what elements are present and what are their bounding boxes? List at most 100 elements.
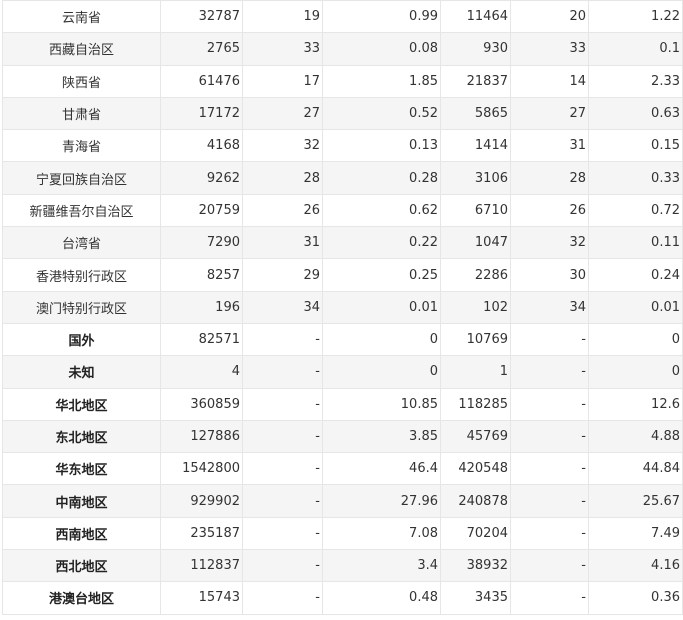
region-stats-table: 云南省 32787 19 0.99 11464 20 1.22 西藏自治区 2765 33 0.08… bbox=[2, 0, 683, 615]
value-cell-v2: 27 bbox=[242, 96, 323, 131]
value-cell-v6: 7.49 bbox=[588, 516, 683, 551]
value-cell-v6: 25.67 bbox=[588, 484, 683, 518]
value-cell-v4: 102 bbox=[440, 290, 511, 324]
value-cell-v4: 118285 bbox=[440, 387, 511, 421]
value-cell-v3: 3.85 bbox=[322, 419, 441, 454]
table-row: 西藏自治区 2765 33 0.08 930 33 0.1 bbox=[2, 32, 683, 66]
value-cell-v6: 12.6 bbox=[588, 387, 683, 421]
value-cell-v5: 27 bbox=[510, 96, 589, 131]
value-cell-v6: 4.16 bbox=[588, 549, 683, 583]
value-cell-v1: 2765 bbox=[160, 32, 243, 66]
value-cell-v5: - bbox=[510, 322, 589, 357]
value-cell-v3: 0.08 bbox=[322, 32, 441, 66]
value-cell-v6: 0.01 bbox=[588, 290, 683, 324]
value-cell-v2: 28 bbox=[242, 161, 323, 195]
value-cell-v3: 0.99 bbox=[322, 0, 441, 34]
value-cell-v5: - bbox=[510, 516, 589, 551]
value-cell-v5: 14 bbox=[510, 64, 589, 98]
value-cell-v2: 17 bbox=[242, 64, 323, 98]
table-row: 国外 82571-0 10769-0 bbox=[2, 322, 683, 357]
table-row: 港澳台地区 15743-0.48 3435-0.36 bbox=[2, 581, 683, 615]
value-cell-v4: 21837 bbox=[440, 64, 511, 98]
value-cell-v2: 33 bbox=[242, 32, 323, 66]
value-cell-v1: 15743 bbox=[160, 581, 243, 615]
table-row: 中南地区 929902-27.96 240878-25.67 bbox=[2, 484, 683, 518]
table-row: 陕西省 61476 17 1.85 21837 14 2.33 bbox=[2, 64, 683, 98]
value-cell-v1: 20759 bbox=[160, 193, 243, 228]
value-cell-v6: 1.22 bbox=[588, 0, 683, 34]
value-cell-v2: - bbox=[242, 452, 323, 486]
table-row: 台湾省 7290 31 0.22 1047 32 0.11 bbox=[2, 226, 683, 260]
value-cell-v1: 8257 bbox=[160, 258, 243, 292]
value-cell-v3: 0.13 bbox=[322, 129, 441, 163]
region-name-cell: 青海省 bbox=[2, 129, 161, 163]
region-name-cell: 香港特别行政区 bbox=[2, 258, 161, 292]
value-cell-v3: 10.85 bbox=[322, 387, 441, 421]
value-cell-v5: - bbox=[510, 419, 589, 454]
region-name-cell: 西藏自治区 bbox=[2, 32, 161, 66]
value-cell-v5: - bbox=[510, 484, 589, 518]
table-row: 香港特别行政区 8257 29 0.25 2286 30 0.24 bbox=[2, 258, 683, 292]
table-row: 甘肃省 17172 27 0.52 5865 27 0.63 bbox=[2, 96, 683, 131]
region-name-cell: 未知 bbox=[2, 355, 161, 389]
value-cell-v2: 29 bbox=[242, 258, 323, 292]
value-cell-v3: 0.01 bbox=[322, 290, 441, 324]
value-cell-v2: 19 bbox=[242, 0, 323, 34]
region-name-cell: 台湾省 bbox=[2, 226, 161, 260]
value-cell-v3: 0.25 bbox=[322, 258, 441, 292]
table-row: 未知 4-0 1-0 bbox=[2, 355, 683, 389]
value-cell-v3: 0.28 bbox=[322, 161, 441, 195]
region-name-cell: 澳门特别行政区 bbox=[2, 290, 161, 324]
value-cell-v2: - bbox=[242, 516, 323, 551]
value-cell-v3: 0 bbox=[322, 355, 441, 389]
region-name-cell: 新疆维吾尔自治区 bbox=[2, 193, 161, 228]
value-cell-v3: 0.22 bbox=[322, 226, 441, 260]
table-row: 青海省 4168 32 0.13 1414 31 0.15 bbox=[2, 129, 683, 163]
table-row: 华北地区 360859-10.85 118285-12.6 bbox=[2, 387, 683, 421]
value-cell-v4: 70204 bbox=[440, 516, 511, 551]
value-cell-v6: 0.36 bbox=[588, 581, 683, 615]
value-cell-v1: 360859 bbox=[160, 387, 243, 421]
region-name-cell: 华北地区 bbox=[2, 387, 161, 421]
value-cell-v4: 1414 bbox=[440, 129, 511, 163]
value-cell-v2: 32 bbox=[242, 129, 323, 163]
table-body: 云南省 32787 19 0.99 11464 20 1.22 西藏自治区 2765 33 0.08… bbox=[2, 0, 683, 615]
value-cell-v4: 3435 bbox=[440, 581, 511, 615]
region-name-cell: 港澳台地区 bbox=[2, 581, 161, 615]
value-cell-v1: 32787 bbox=[160, 0, 243, 34]
value-cell-v6: 0.15 bbox=[588, 129, 683, 163]
value-cell-v1: 4168 bbox=[160, 129, 243, 163]
region-name-cell: 东北地区 bbox=[2, 419, 161, 454]
region-name-cell: 西南地区 bbox=[2, 516, 161, 551]
value-cell-v4: 10769 bbox=[440, 322, 511, 357]
value-cell-v3: 7.08 bbox=[322, 516, 441, 551]
value-cell-v3: 27.96 bbox=[322, 484, 441, 518]
value-cell-v2: 34 bbox=[242, 290, 323, 324]
value-cell-v4: 6710 bbox=[440, 193, 511, 228]
value-cell-v1: 17172 bbox=[160, 96, 243, 131]
region-name-cell: 宁夏回族自治区 bbox=[2, 161, 161, 195]
table-row: 澳门特别行政区 196 34 0.01 102 34 0.01 bbox=[2, 290, 683, 324]
value-cell-v2: 26 bbox=[242, 193, 323, 228]
value-cell-v2: - bbox=[242, 419, 323, 454]
table-row: 新疆维吾尔自治区 20759 26 0.62 6710 26 0.72 bbox=[2, 193, 683, 228]
region-name-cell: 中南地区 bbox=[2, 484, 161, 518]
value-cell-v6: 0.72 bbox=[588, 193, 683, 228]
region-name-cell: 国外 bbox=[2, 322, 161, 357]
value-cell-v2: - bbox=[242, 484, 323, 518]
value-cell-v4: 2286 bbox=[440, 258, 511, 292]
value-cell-v5: 34 bbox=[510, 290, 589, 324]
value-cell-v1: 112837 bbox=[160, 549, 243, 583]
value-cell-v1: 4 bbox=[160, 355, 243, 389]
region-name-cell: 陕西省 bbox=[2, 64, 161, 98]
value-cell-v5: 30 bbox=[510, 258, 589, 292]
value-cell-v4: 11464 bbox=[440, 0, 511, 34]
region-name-cell: 华东地区 bbox=[2, 452, 161, 486]
value-cell-v4: 420548 bbox=[440, 452, 511, 486]
table-row: 云南省 32787 19 0.99 11464 20 1.22 bbox=[2, 0, 683, 34]
value-cell-v1: 7290 bbox=[160, 226, 243, 260]
value-cell-v2: - bbox=[242, 355, 323, 389]
value-cell-v5: 31 bbox=[510, 129, 589, 163]
value-cell-v1: 1542800 bbox=[160, 452, 243, 486]
value-cell-v6: 44.84 bbox=[588, 452, 683, 486]
